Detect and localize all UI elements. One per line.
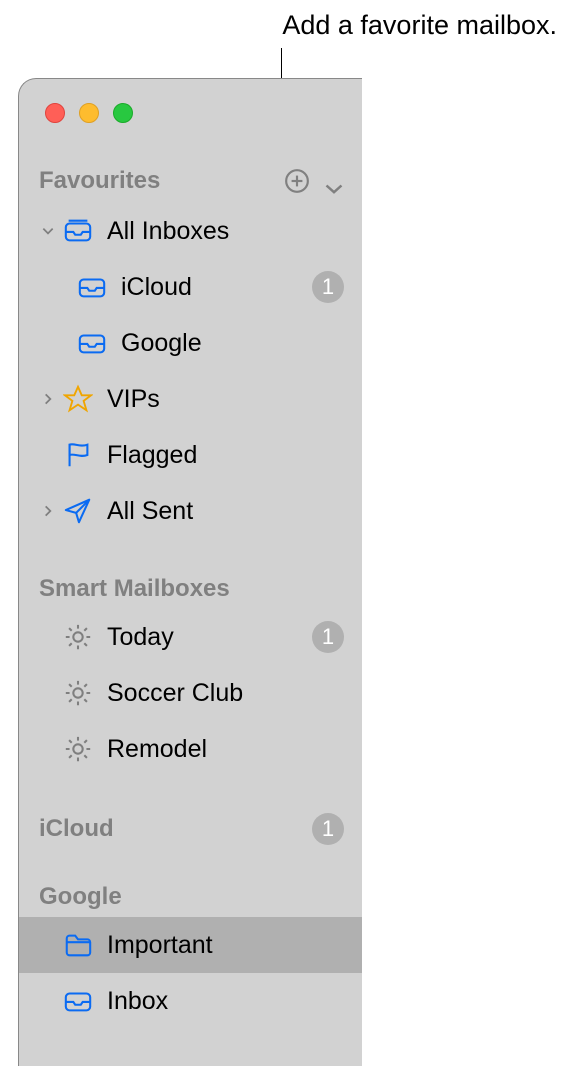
maximize-window-button[interactable] xyxy=(113,103,133,123)
sidebar-item-flagged[interactable]: Flagged xyxy=(19,427,362,483)
sidebar-item-all-inboxes[interactable]: All Inboxes xyxy=(19,203,362,259)
sidebar-item-vips[interactable]: VIPs xyxy=(19,371,362,427)
favourites-collapse-icon[interactable] xyxy=(324,174,344,188)
google-inbox-label: Google xyxy=(121,329,344,358)
icloud-section-badge: 1 xyxy=(312,813,344,845)
icloud-section-title: iCloud xyxy=(39,815,312,843)
folder-icon xyxy=(63,930,93,960)
smart-mailboxes-title: Smart Mailboxes xyxy=(39,575,344,603)
smart-mailboxes-section-header: Smart Mailboxes xyxy=(19,561,362,609)
flagged-label: Flagged xyxy=(107,441,344,470)
flag-icon xyxy=(63,440,93,470)
disclosure-down-icon[interactable] xyxy=(37,224,59,238)
google-section-header[interactable]: Google xyxy=(19,869,362,917)
inbox-icon xyxy=(77,272,107,302)
disclosure-right-icon[interactable] xyxy=(37,392,59,406)
vips-label: VIPs xyxy=(107,385,344,414)
all-inboxes-label: All Inboxes xyxy=(107,217,344,246)
gear-icon xyxy=(63,678,93,708)
favourites-title: Favourites xyxy=(39,167,284,195)
inbox-icon xyxy=(77,328,107,358)
today-label: Today xyxy=(107,623,312,652)
paper-plane-icon xyxy=(63,496,93,526)
favourites-section-header: Favourites xyxy=(19,159,362,203)
google-section-title: Google xyxy=(39,883,344,911)
callout-text: Add a favorite mailbox. xyxy=(282,10,557,41)
stacked-inbox-icon xyxy=(63,216,93,246)
icloud-inbox-label: iCloud xyxy=(121,273,312,302)
inbox-icon xyxy=(63,986,93,1016)
remodel-label: Remodel xyxy=(107,735,344,764)
sidebar-item-all-sent[interactable]: All Sent xyxy=(19,483,362,539)
google-acct-inbox-label: Inbox xyxy=(107,987,344,1016)
sidebar-item-important[interactable]: Important xyxy=(19,917,362,973)
sidebar-item-google-acct-inbox[interactable]: Inbox xyxy=(19,973,362,1029)
disclosure-right-icon[interactable] xyxy=(37,504,59,518)
sidebar-item-soccer-club[interactable]: Soccer Club xyxy=(19,665,362,721)
sidebar-item-today[interactable]: Today 1 xyxy=(19,609,362,665)
sidebar-item-icloud-inbox[interactable]: iCloud 1 xyxy=(19,259,362,315)
mail-sidebar: Favourites xyxy=(19,123,362,1029)
minimize-window-button[interactable] xyxy=(79,103,99,123)
close-window-button[interactable] xyxy=(45,103,65,123)
sidebar-item-google-inbox[interactable]: Google xyxy=(19,315,362,371)
icloud-badge: 1 xyxy=(312,271,344,303)
add-favourite-icon[interactable] xyxy=(284,168,310,194)
gear-icon xyxy=(63,734,93,764)
soccer-club-label: Soccer Club xyxy=(107,679,344,708)
sidebar-item-remodel[interactable]: Remodel xyxy=(19,721,362,777)
icloud-section-header[interactable]: iCloud 1 xyxy=(19,799,362,851)
important-label: Important xyxy=(107,931,344,960)
today-badge: 1 xyxy=(312,621,344,653)
all-sent-label: All Sent xyxy=(107,497,344,526)
star-icon xyxy=(63,384,93,414)
window-traffic-lights xyxy=(19,79,362,123)
gear-icon xyxy=(63,622,93,652)
mail-sidebar-window: Favourites xyxy=(18,78,362,1066)
